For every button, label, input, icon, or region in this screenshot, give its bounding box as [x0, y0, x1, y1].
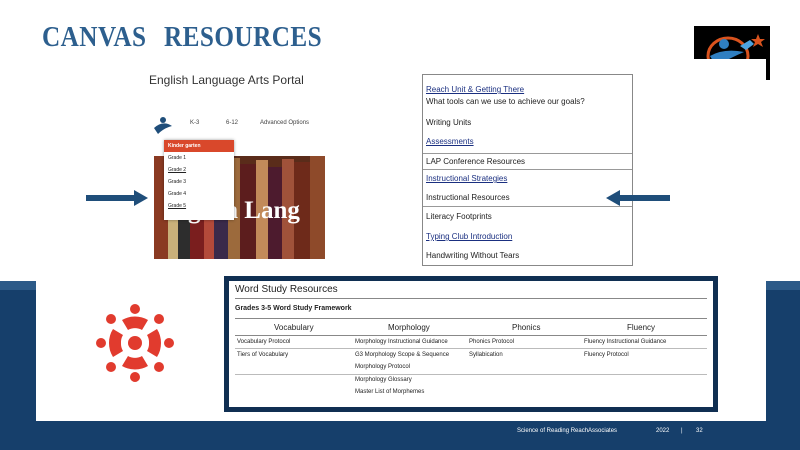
nav-k3[interactable]: K-3 [190, 120, 199, 126]
dropdown-item-kindergarten[interactable]: Kinder garten [164, 140, 234, 152]
table-row-border [235, 374, 707, 375]
word-study-title: Word Study Resources [235, 284, 338, 295]
nav-advanced-options[interactable]: Advanced Options [260, 120, 309, 126]
list-item-literacy-footprints[interactable]: Literacy Footprints [426, 212, 492, 221]
header-phonics: Phonics [512, 323, 541, 332]
slide-title-resources: RESOURCES [164, 22, 323, 53]
footer-page-number: 32 [696, 428, 703, 434]
list-divider [423, 206, 632, 207]
list-item-lap-conference[interactable]: LAP Conference Resources [426, 157, 525, 166]
list-divider [423, 169, 632, 170]
dropdown-item-grade-4[interactable]: Grade 4 [168, 191, 186, 197]
slide-title-canvas: CANVAS [42, 22, 147, 53]
dropdown-item-grade-3[interactable]: Grade 3 [168, 179, 186, 185]
list-item-tools-question: What tools can we use to achieve our goa… [426, 97, 585, 106]
dropdown-item-grade-1[interactable]: Grade 1 [168, 155, 186, 161]
footer-divider: | [681, 428, 683, 434]
resource-list: Reach Unit & Getting There What tools ca… [422, 74, 633, 266]
footer-org: Science of Reading ReachAssociates [517, 428, 618, 434]
list-divider [423, 153, 632, 154]
nav-6-12[interactable]: 6-12 [226, 120, 238, 126]
header-fluency: Fluency [627, 323, 656, 332]
portal-title: English Language Arts Portal [149, 73, 304, 87]
arrow-right-icon [86, 190, 148, 206]
header-vocabulary: Vocabulary [274, 323, 314, 332]
portal-nav: K-3 6-12 Advanced Options [152, 114, 332, 136]
grade-dropdown: Kinder garten Grade 1 Grade 2 Grade 3 Gr… [164, 140, 234, 220]
list-item-reach-unit[interactable]: Reach Unit & Getting There [426, 85, 524, 94]
fluency-link[interactable]: Fluency Protocol [584, 352, 629, 358]
list-item-writing-units[interactable]: Writing Units [426, 118, 471, 127]
table-header-border [235, 335, 707, 336]
dropdown-item-grade-5[interactable]: Grade 5 [168, 203, 186, 209]
list-item-handwriting[interactable]: Handwriting Without Tears [426, 251, 519, 260]
vocabulary-link[interactable]: Vocabulary Protocol [237, 339, 290, 345]
table-row-border [235, 348, 707, 349]
arrow-left-icon [606, 190, 670, 206]
phonics-link[interactable]: Syllabication [469, 352, 503, 358]
portal-logo-icon [154, 117, 172, 134]
header-morphology: Morphology [388, 323, 430, 332]
list-item-instructional-strategies[interactable]: Instructional Strategies [426, 174, 507, 183]
vocabulary-link[interactable]: Tiers of Vocabulary [237, 352, 288, 358]
morphology-link[interactable]: Morphology Instructional Guidance [355, 339, 448, 345]
list-item-assessments[interactable]: Assessments [426, 137, 474, 146]
list-item-typing-club[interactable]: Typing Club Introduction [426, 232, 512, 241]
word-study-subtitle: Grades 3-5 Word Study Framework [235, 305, 352, 312]
phonics-link[interactable]: Phonics Protocol [469, 339, 514, 345]
morphology-link[interactable]: G3 Morphology Scope & Sequence [355, 352, 449, 358]
dropdown-item-grade-2[interactable]: Grade 2 [168, 167, 186, 173]
morphology-link[interactable]: Master List of Morphemes [355, 389, 424, 395]
title-divider [235, 298, 707, 299]
fluency-link[interactable]: Fluency Instructional Guidance [584, 339, 666, 345]
list-item-instructional-resources[interactable]: Instructional Resources [426, 193, 510, 202]
morphology-link[interactable]: Morphology Protocol [355, 364, 410, 370]
footer-year: 2022 [656, 428, 670, 434]
canvas-logo-icon [96, 304, 174, 382]
morphology-link[interactable]: Morphology Glossary [355, 377, 412, 383]
table-top-border [235, 318, 707, 319]
